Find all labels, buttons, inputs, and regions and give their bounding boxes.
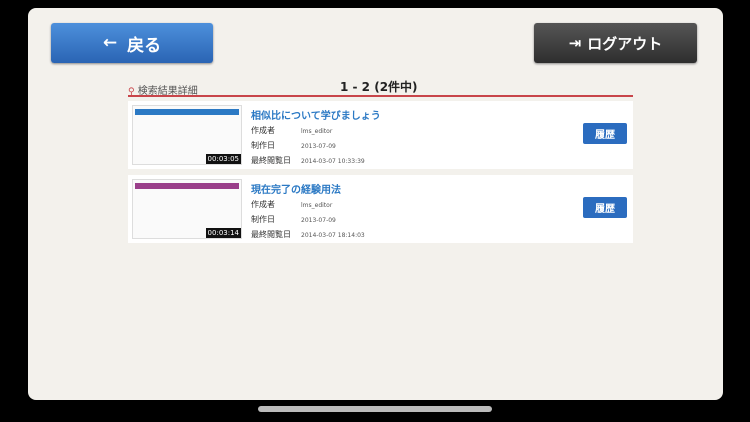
result-item: 00:03:14 現在完了の経験用法 作成者 lms_editor 制作日 2013…	[128, 175, 633, 243]
duration: 00:03:05	[205, 154, 241, 164]
created-value: 2013-07-09	[301, 143, 336, 150]
results-label: ⚲ 検索結果詳細	[128, 82, 198, 97]
created-row: 制作日 2013-07-09	[251, 214, 336, 225]
back-button[interactable]: ← 戻る	[51, 23, 213, 63]
app-screen: ← 戻る ⇥ ログアウト ⚲ 検索結果詳細 1 - 2 (2件中) 00:03:05…	[28, 8, 723, 400]
results-label-text: 検索結果詳細	[137, 86, 198, 97]
results-header: ⚲ 検索結果詳細 1 - 2 (2件中)	[128, 78, 633, 97]
logout-label: ログアウト	[587, 34, 663, 53]
author-label: 作成者	[251, 200, 275, 209]
created-value: 2013-07-09	[301, 217, 336, 224]
created-row: 制作日 2013-07-09	[251, 140, 336, 151]
thumbnail-bar	[135, 183, 239, 189]
author-row: 作成者 lms_editor	[251, 199, 332, 210]
author-value: lms_editor	[301, 202, 333, 209]
duration: 00:03:14	[205, 228, 241, 238]
viewed-row: 最終閲覧日 2014-03-07 18:14:03	[251, 229, 365, 240]
created-label: 制作日	[251, 141, 275, 150]
viewed-row: 最終閲覧日 2014-03-07 10:33:39	[251, 155, 365, 166]
author-row: 作成者 lms_editor	[251, 125, 332, 136]
viewed-value: 2014-03-07 10:33:39	[301, 158, 365, 165]
logout-icon: ⇥	[568, 34, 582, 52]
viewed-label: 最終閲覧日	[251, 156, 291, 165]
viewed-value: 2014-03-07 18:14:03	[301, 232, 365, 239]
back-label: 戻る	[127, 35, 162, 56]
search-icon: ⚲	[128, 87, 135, 97]
author-value: lms_editor	[301, 128, 333, 135]
results-count: 1 - 2 (2件中)	[340, 80, 418, 94]
logout-button[interactable]: ⇥ ログアウト	[534, 23, 697, 63]
author-label: 作成者	[251, 126, 275, 135]
history-button[interactable]: 履歴	[583, 123, 627, 144]
item-title[interactable]: 現在完了の経験用法	[251, 181, 341, 196]
thumbnail-bar	[135, 109, 239, 115]
item-title[interactable]: 相似比について学びましょう	[251, 107, 381, 122]
home-indicator[interactable]	[258, 406, 492, 412]
video-thumbnail[interactable]: 00:03:05	[132, 105, 242, 165]
arrow-left-icon: ←	[102, 33, 118, 53]
result-item: 00:03:05 相似比について学びましょう 作成者 lms_editor 制作日…	[128, 101, 633, 169]
created-label: 制作日	[251, 215, 275, 224]
viewed-label: 最終閲覧日	[251, 230, 291, 239]
history-button[interactable]: 履歴	[583, 197, 627, 218]
video-thumbnail[interactable]: 00:03:14	[132, 179, 242, 239]
